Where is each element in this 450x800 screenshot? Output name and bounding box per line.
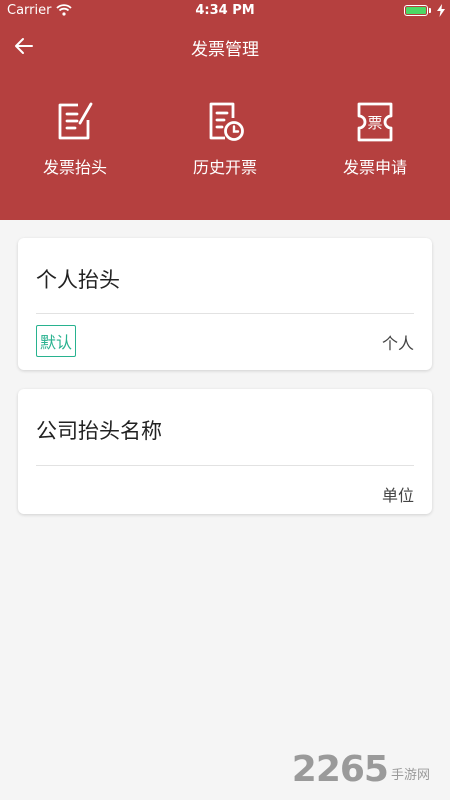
invoice-history-label: 历史开票 — [192, 158, 257, 177]
card-divider — [36, 465, 414, 466]
invoice-card-personal[interactable]: 个人抬头 默认 个人 — [18, 238, 432, 370]
default-badge: 默认 — [36, 325, 77, 357]
card-type: 个人 — [381, 334, 414, 353]
page-title: 发票管理 — [191, 40, 259, 60]
card-title: 个人抬头 — [36, 268, 120, 292]
charging-icon — [437, 4, 445, 17]
invoice-history-button[interactable]: 历史开票 — [150, 100, 300, 190]
invoice-header-label: 发票抬头 — [42, 158, 107, 177]
invoice-apply-label: 发票申请 — [342, 158, 407, 177]
header: Carrier 4:34 PM 发票管理 发票抬头 历史开票 票 发票申请 — [0, 0, 450, 220]
invoice-header-button[interactable]: 发票抬头 — [0, 100, 150, 190]
invoice-card-company[interactable]: 公司抬头名称 单位 — [18, 389, 432, 514]
watermark-text: 手游网 — [390, 768, 430, 783]
invoice-apply-icon: 票 — [357, 102, 393, 142]
invoice-header-icon — [58, 102, 93, 140]
card-divider — [36, 313, 414, 314]
nav-bar: 发票管理 — [0, 22, 450, 70]
card-type: 单位 — [381, 486, 414, 505]
action-row: 发票抬头 历史开票 票 发票申请 — [0, 100, 450, 190]
invoice-apply-button[interactable]: 票 发票申请 — [300, 100, 450, 190]
invoice-history-icon — [209, 102, 244, 141]
watermark-number: 2265 — [291, 749, 389, 790]
watermark: 2265 手游网 — [292, 749, 430, 790]
status-time: 4:34 PM — [195, 3, 255, 18]
battery-tip — [429, 8, 431, 13]
card-title: 公司抬头名称 — [36, 419, 162, 443]
ticket-glyph: 票 — [367, 114, 382, 132]
status-bar: Carrier 4:34 PM — [0, 0, 450, 22]
battery-icon — [404, 5, 428, 16]
